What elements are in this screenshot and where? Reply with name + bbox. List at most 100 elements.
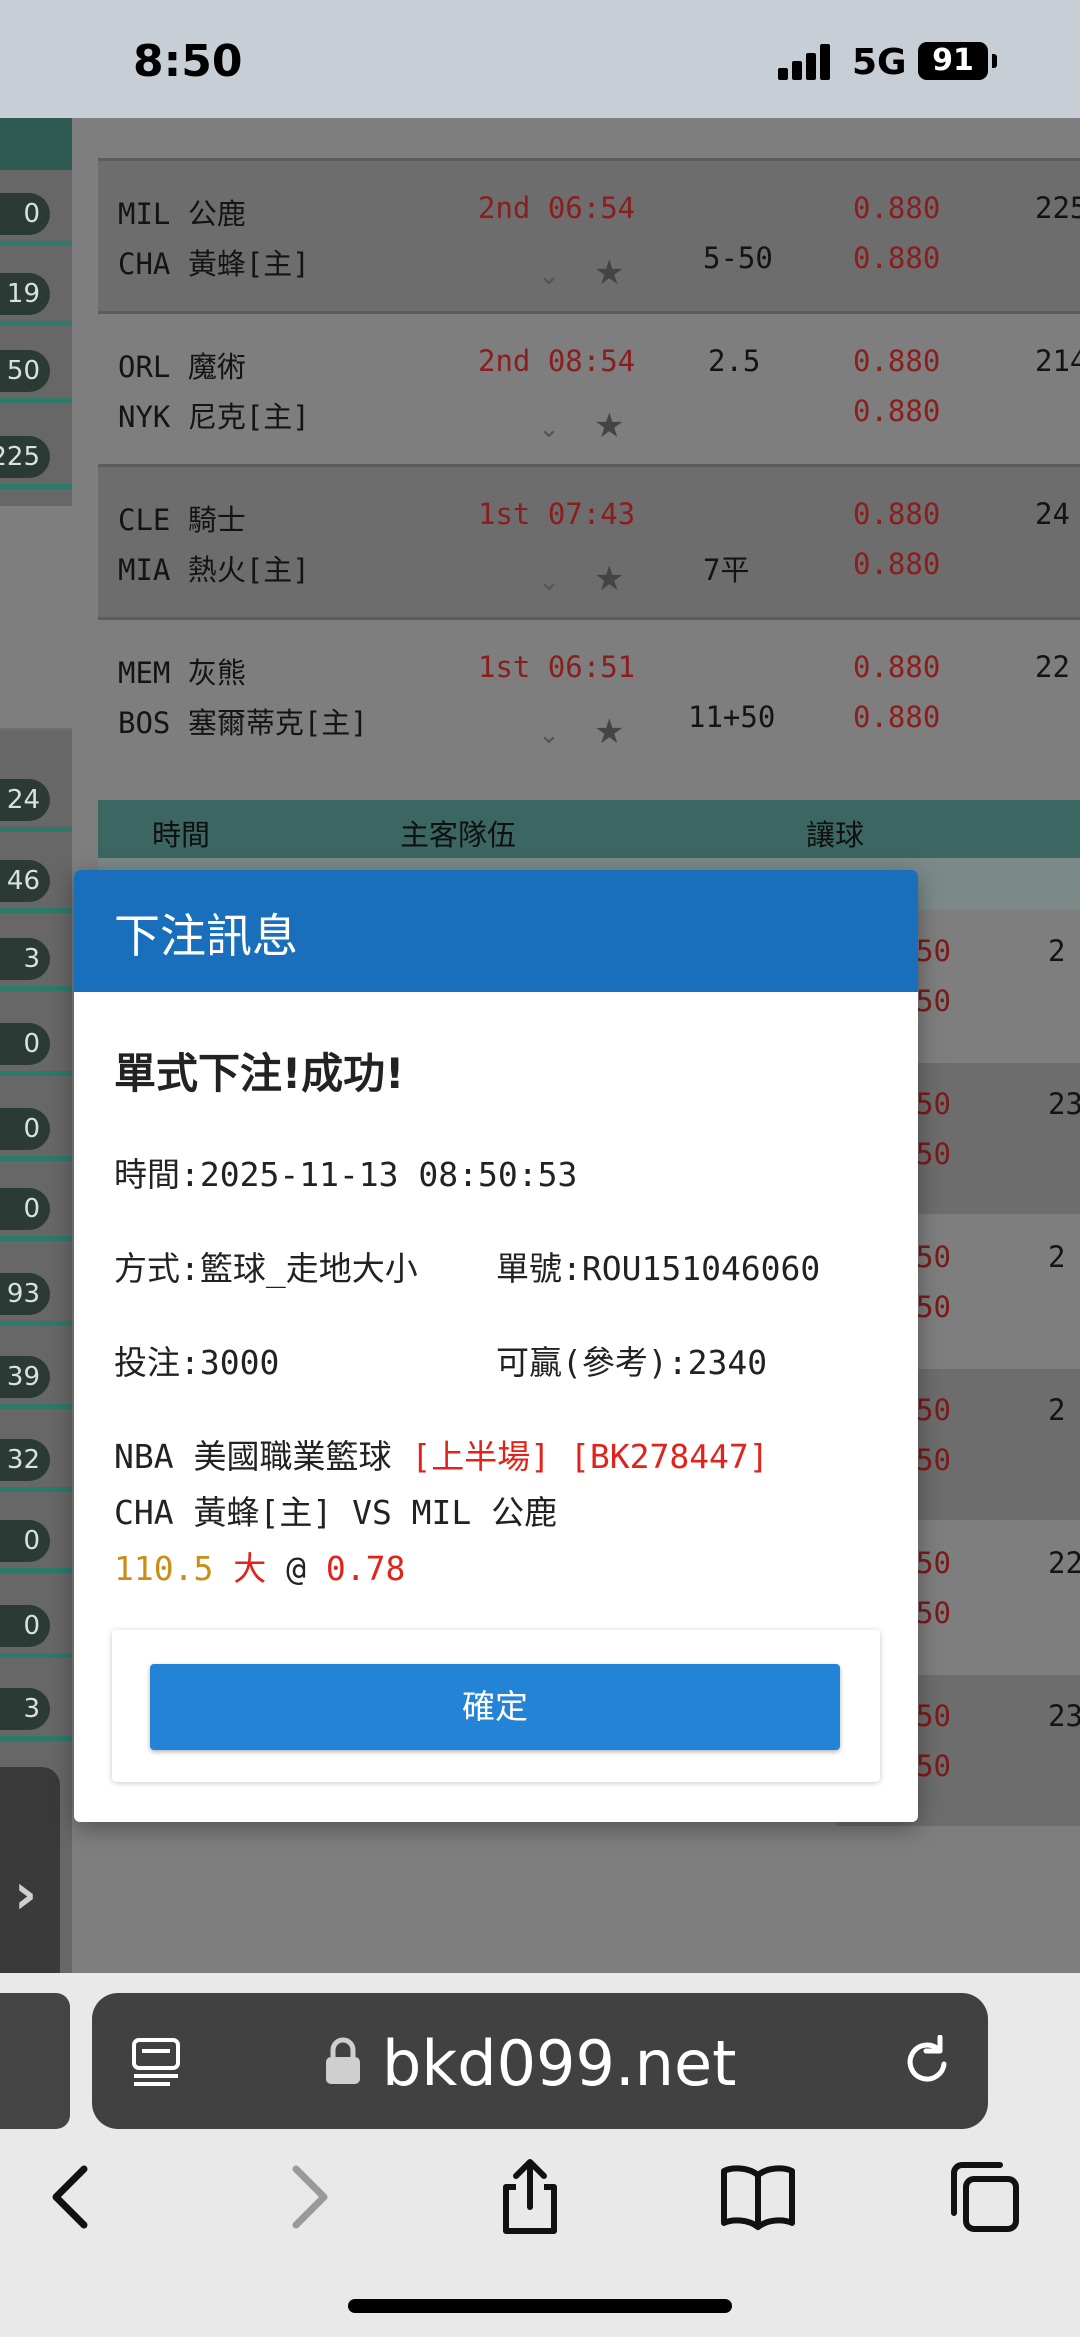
expand-chevron-icon[interactable]: ⌄ xyxy=(538,414,560,444)
away-team: ORL 魔術 xyxy=(118,350,246,384)
left-count-pill[interactable]: 3 xyxy=(0,938,50,980)
left-count-pill[interactable]: 0 xyxy=(0,1188,50,1230)
bet-potential-win: 可贏(參考):2340 xyxy=(496,1343,768,1382)
left-count-pill[interactable]: 19 xyxy=(0,273,50,315)
bet-order-number: 單號:ROU151046060 xyxy=(496,1249,821,1288)
right-odd-bottom: 50 xyxy=(916,1596,951,1630)
right-odd-top: 50 xyxy=(916,1546,951,1580)
bet-matchup: CHA 黃蜂[主] VS MIL 公鹿 xyxy=(114,1493,558,1532)
league-name: NBA 美國職業籃球 xyxy=(114,1437,392,1476)
selection-pick: 大 xyxy=(233,1549,267,1588)
forward-icon[interactable] xyxy=(268,2157,348,2237)
right-odd-top: 50 xyxy=(916,1699,951,1733)
bookmarks-icon[interactable] xyxy=(718,2157,798,2237)
left-column-cell xyxy=(0,654,72,730)
game-clock: 2nd 06:54 xyxy=(478,191,636,225)
right-total: 2 xyxy=(1048,1240,1066,1274)
expand-chevron-icon[interactable]: ⌄ xyxy=(538,261,560,291)
right-odd-bottom: 50 xyxy=(916,1290,951,1324)
game-clock: 1st 06:51 xyxy=(478,650,636,684)
odd-bottom: 0.880 xyxy=(853,394,941,428)
game-clock: 1st 07:43 xyxy=(478,497,636,531)
total-line: 225 xyxy=(1035,191,1080,225)
favorite-star-icon[interactable]: ★ xyxy=(594,253,624,293)
home-team: NYK 尼克[主] xyxy=(118,400,310,434)
left-count-pill[interactable]: 93 xyxy=(0,1273,50,1315)
status-bar: 8:50 5G 91 xyxy=(0,0,1080,118)
game-clock: 2nd 08:54 xyxy=(478,344,636,378)
left-count-pill[interactable]: 3 xyxy=(0,1688,50,1730)
left-count-pill[interactable]: 225 xyxy=(0,436,50,478)
away-team: CLE 騎士 xyxy=(118,503,246,537)
right-odd-bottom: 50 xyxy=(916,1443,951,1477)
left-pill-underline xyxy=(0,1404,72,1409)
odd-top: 0.880 xyxy=(853,344,941,378)
expand-chevron-icon[interactable]: ⌄ xyxy=(538,567,560,597)
right-total: 22 xyxy=(1048,1546,1080,1580)
network-type: 5G xyxy=(852,42,907,83)
left-count-pill[interactable]: 0 xyxy=(0,193,50,235)
dialog-header: 下注訊息 xyxy=(74,870,918,992)
home-team: BOS 塞爾蒂克[主] xyxy=(118,706,368,740)
left-count-pill[interactable]: 24 xyxy=(0,779,50,821)
right-total: 23 xyxy=(1048,1699,1080,1733)
bet-method: 方式:籃球_走地大小 xyxy=(114,1249,418,1288)
left-count-pill[interactable]: 46 xyxy=(0,860,50,902)
game-row[interactable]: MIL 公鹿 CHA 黃蜂[主] 2nd 06:54 5-50 0.880 0.880 22… xyxy=(98,158,1080,311)
home-team: MIA 熱火[主] xyxy=(118,553,310,587)
selection-odds: 0.78 xyxy=(325,1549,406,1588)
left-count-pill[interactable]: 0 xyxy=(0,1108,50,1150)
right-odd-bottom: 50 xyxy=(916,984,951,1018)
handicap-bottom: 7平 xyxy=(703,553,750,587)
favorite-star-icon[interactable]: ★ xyxy=(594,712,624,752)
left-count-pill[interactable]: 0 xyxy=(0,1605,50,1647)
left-count-pill[interactable]: 0 xyxy=(0,1520,50,1562)
battery-icon: 91 xyxy=(918,42,988,80)
handicap-bottom: 5-50 xyxy=(703,241,773,275)
right-odd-top: 50 xyxy=(916,1087,951,1121)
left-pill-underline xyxy=(0,1236,72,1241)
tabs-icon[interactable] xyxy=(944,2157,1024,2237)
left-pill-underline xyxy=(0,321,72,326)
bet-selection-line: 110.5 大 @ 0.78 xyxy=(114,1542,405,1590)
browser-toolbar: bkd099.net xyxy=(0,1973,1080,2337)
game-row[interactable]: CLE 騎士 MIA 熱火[主] 1st 07:43 7平 0.880 0.880 24 ⌄ ★ xyxy=(98,464,1080,617)
left-pill-underline xyxy=(0,398,72,403)
share-icon[interactable] xyxy=(490,2157,570,2237)
url-text[interactable]: bkd099.net xyxy=(382,2027,736,2100)
game-row[interactable]: MEM 灰熊 BOS 塞爾蒂克[主] 1st 06:51 11+50 0.880 0.88… xyxy=(98,617,1080,770)
odd-top: 0.880 xyxy=(853,191,941,225)
left-count-pill[interactable]: 50 xyxy=(0,350,50,392)
address-bar[interactable]: bkd099.net xyxy=(92,1993,988,2129)
status-time: 8:50 xyxy=(133,36,243,87)
game-row[interactable]: ORL 魔術 NYK 尼克[主] 2nd 08:54 2.5 0.880 0.880 214… xyxy=(98,311,1080,464)
left-count-pill[interactable]: 39 xyxy=(0,1356,50,1398)
favorite-star-icon[interactable]: ★ xyxy=(594,559,624,599)
page-menu-icon[interactable] xyxy=(130,2037,182,2087)
reload-icon[interactable] xyxy=(900,2035,954,2089)
back-icon[interactable] xyxy=(32,2157,112,2237)
favorite-star-icon[interactable]: ★ xyxy=(594,406,624,446)
right-odd-top: 50 xyxy=(916,934,951,968)
left-pill-underline xyxy=(0,827,72,832)
left-column-header xyxy=(0,118,72,170)
left-column-cell xyxy=(0,580,72,656)
left-pill-underline xyxy=(0,1156,72,1161)
left-count-pill[interactable]: 0 xyxy=(0,1023,50,1065)
left-pill-underline xyxy=(0,1736,72,1741)
left-pill-underline xyxy=(0,1487,72,1492)
expand-chevron-icon[interactable]: ⌄ xyxy=(538,720,560,750)
away-team: MIL 公鹿 xyxy=(118,197,246,231)
bet-stake: 投注:3000 xyxy=(114,1343,280,1382)
total-line: 214 xyxy=(1035,344,1080,378)
right-odd-top: 50 xyxy=(916,1393,951,1427)
home-indicator xyxy=(348,2299,732,2313)
game-row-partial xyxy=(98,118,1080,121)
confirm-button[interactable]: 確定 xyxy=(150,1664,840,1750)
chevron-right-icon[interactable]: › xyxy=(14,1862,37,1927)
odd-top: 0.880 xyxy=(853,497,941,531)
signal-icon xyxy=(778,44,838,80)
left-count-pill[interactable]: 32 xyxy=(0,1439,50,1481)
right-odd-bottom: 50 xyxy=(916,1749,951,1783)
previous-tab-address[interactable] xyxy=(0,1993,70,2129)
